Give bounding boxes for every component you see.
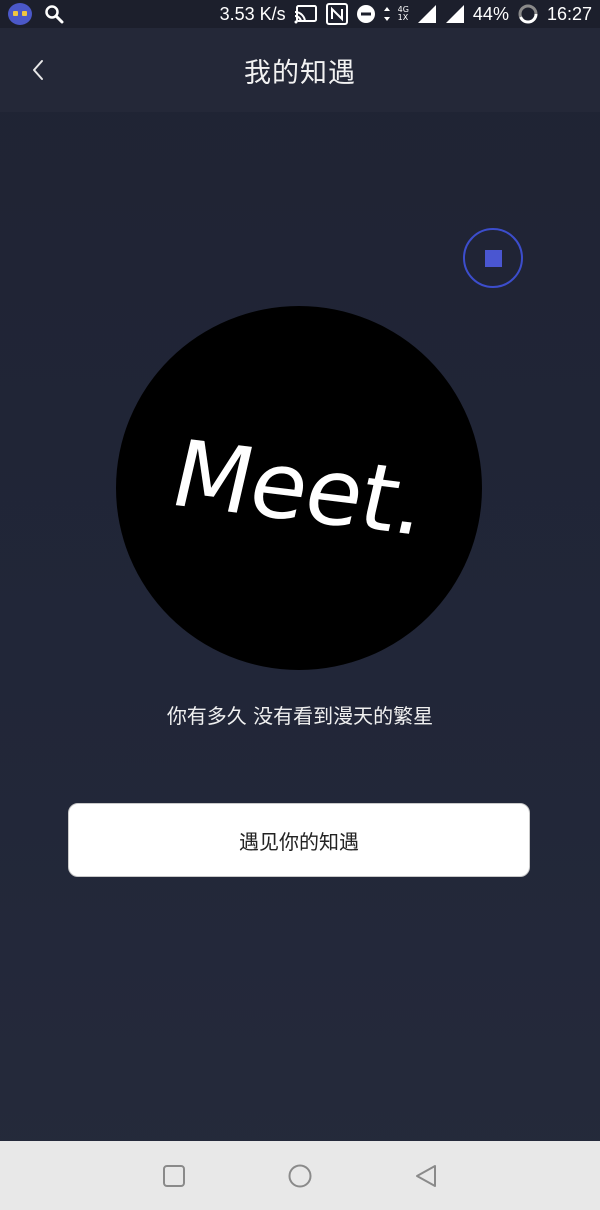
signal-icon-2	[445, 4, 465, 24]
data-arrows-icon	[383, 7, 390, 21]
nfc-icon	[325, 3, 348, 25]
battery-ring-icon	[517, 3, 539, 25]
network-speed: 3.53 K/s	[219, 3, 286, 24]
network-type: 4G 1X	[398, 6, 409, 22]
app-avatar-icon	[8, 3, 32, 25]
logo-circle: Meet.	[116, 306, 482, 670]
navigation-bar	[0, 1141, 600, 1210]
network-type-bottom: 1X	[397, 13, 409, 22]
back-icon	[416, 1165, 436, 1187]
recent-apps-button[interactable]	[156, 1158, 192, 1194]
status-bar: 3.53 K/s 4G 1X 44% 16:27	[0, 0, 600, 28]
status-right: 3.53 K/s 4G 1X 44% 16:27	[220, 3, 592, 25]
do-not-disturb-icon	[356, 4, 376, 24]
chevron-left-icon	[33, 60, 43, 80]
recent-apps-icon	[163, 1165, 185, 1187]
battery-percent: 44%	[472, 3, 509, 24]
stop-button[interactable]	[463, 228, 523, 288]
signal-icon	[417, 4, 437, 24]
stop-icon	[484, 249, 502, 267]
back-button[interactable]	[22, 54, 54, 86]
home-button[interactable]	[282, 1158, 318, 1194]
logo-text: Meet.	[161, 420, 437, 556]
system-back-button[interactable]	[408, 1158, 444, 1194]
home-icon	[288, 1164, 312, 1188]
page-title: 我的知遇	[244, 57, 356, 89]
meet-button[interactable]: 遇见你的知遇	[68, 803, 530, 877]
search-icon	[44, 4, 64, 24]
cast-icon	[294, 4, 318, 24]
status-left	[8, 3, 64, 25]
header: 我的知遇	[0, 28, 600, 112]
clock: 16:27	[546, 3, 592, 24]
tagline: 你有多久 没有看到漫天的繁星	[166, 704, 434, 728]
